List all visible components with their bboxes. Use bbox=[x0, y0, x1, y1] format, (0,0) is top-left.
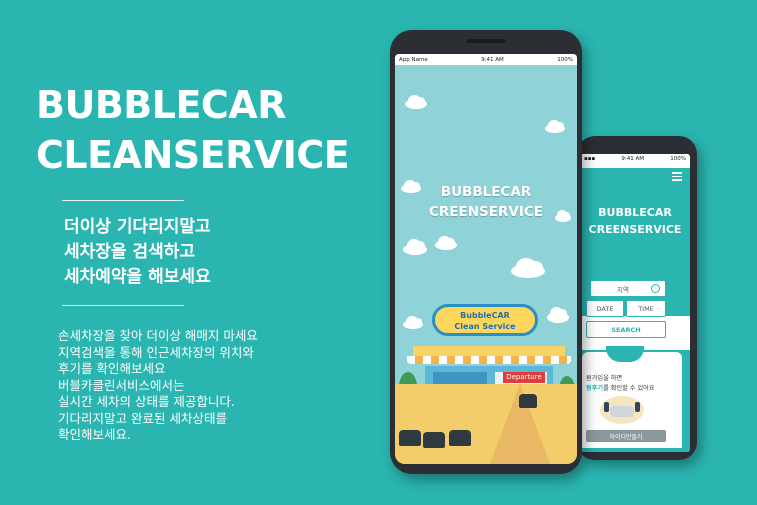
divider-bottom bbox=[62, 305, 184, 306]
cloud bbox=[403, 315, 423, 329]
card-highlight: 원후기 bbox=[586, 385, 604, 392]
description-line: 지역검색을 통해 인근세차장의 위치와 bbox=[58, 344, 254, 360]
main-screen-title: BUBBLECAR CREENSERVICE bbox=[395, 182, 577, 222]
cloud bbox=[405, 94, 427, 109]
card-line2-rest: 를 확인할 수 있어요 bbox=[603, 385, 655, 392]
hero-title-line1: BUBBLECAR bbox=[36, 83, 286, 127]
time-label: TIME bbox=[638, 304, 654, 313]
bubblecar-sign: BubbleCAR Clean Service bbox=[432, 304, 538, 336]
description: 손세차장을 찾아 더이상 해매지 마세요 지역검색을 통해 인근세차장의 위치와… bbox=[58, 328, 258, 444]
card-text: 원가입을 하면 원후기를 확인할 수 있어요 bbox=[586, 374, 655, 394]
main-title-line2: CREENSERVICE bbox=[429, 204, 543, 220]
status-battery: 100% bbox=[557, 56, 573, 63]
sign-line2: Clean Service bbox=[454, 322, 516, 331]
status-time: 9:41 AM bbox=[481, 56, 504, 63]
phone-mockup-secondary: ▪▪▪ 9:41 AM 100% BUBBLECAR CREENSERVICE … bbox=[577, 136, 697, 460]
car bbox=[449, 430, 471, 446]
car bbox=[519, 394, 537, 408]
car-wash-illustration bbox=[600, 396, 644, 424]
tagline-line: 세차예약을 해보세요 bbox=[64, 267, 211, 287]
tagline: 더이상 기다리지말고 세차장을 검색하고 세차예약을 해보세요 bbox=[64, 215, 211, 290]
secondary-hero: BUBBLECAR CREENSERVICE 지역 DATE TIME bbox=[580, 168, 690, 317]
signup-button-label: 아이디만들기 bbox=[609, 433, 643, 441]
phone-speaker bbox=[466, 39, 506, 43]
departure-sign: Departure bbox=[503, 372, 545, 383]
status-carrier: App Name bbox=[399, 56, 428, 63]
search-button[interactable]: SEARCH bbox=[586, 321, 666, 338]
cloud bbox=[511, 257, 545, 278]
phone-mockup-main: App Name 9:41 AM 100% BUBBLECAR CREENSER… bbox=[390, 30, 582, 474]
status-bar: App Name 9:41 AM 100% bbox=[395, 54, 577, 65]
date-label: DATE bbox=[596, 304, 614, 313]
cloud bbox=[547, 307, 569, 323]
card-line1: 원가입을 하면 bbox=[586, 375, 623, 382]
main-title-line1: BUBBLECAR bbox=[440, 184, 532, 200]
status-battery: 100% bbox=[670, 155, 686, 162]
main-screen: App Name 9:41 AM 100% BUBBLECAR CREENSER… bbox=[395, 54, 577, 464]
description-line: 후기를 확인해보세요 bbox=[58, 361, 166, 376]
region-search-input[interactable]: 지역 bbox=[590, 280, 666, 297]
divider-top bbox=[62, 200, 184, 201]
hero-title-line2: CLEANSERVICE bbox=[36, 133, 350, 177]
sign-line1: BubbleCAR bbox=[460, 311, 510, 320]
cloud bbox=[435, 235, 457, 250]
signal-icon: ▪▪▪ bbox=[584, 155, 596, 162]
cloud bbox=[545, 119, 565, 133]
tagline-line: 세차장을 검색하고 bbox=[64, 242, 196, 262]
date-field[interactable]: DATE bbox=[586, 300, 624, 317]
secondary-screen-title: BUBBLECAR CREENSERVICE bbox=[580, 204, 690, 238]
description-line: 기다리지말고 완료된 세차상태를 bbox=[58, 410, 227, 426]
description-line: 확인해보세요. bbox=[58, 427, 131, 442]
time-field[interactable]: TIME bbox=[626, 300, 666, 317]
hero-title: BUBBLECAR CLEANSERVICE bbox=[36, 80, 350, 180]
secondary-screen: ▪▪▪ 9:41 AM 100% BUBBLECAR CREENSERVICE … bbox=[580, 154, 690, 452]
status-time: 9:41 AM bbox=[621, 155, 645, 162]
search-button-label: SEARCH bbox=[611, 325, 641, 334]
secondary-title-line1: BUBBLECAR bbox=[598, 206, 672, 219]
tagline-line: 더이상 기다리지말고 bbox=[64, 217, 211, 237]
status-bar: ▪▪▪ 9:41 AM 100% bbox=[580, 154, 690, 163]
awning bbox=[407, 356, 571, 364]
car bbox=[399, 430, 421, 446]
menu-icon[interactable] bbox=[672, 172, 682, 181]
departure-label: Departure bbox=[506, 373, 542, 381]
description-line: 실시간 세차의 상태를 제공합니다. bbox=[58, 394, 235, 409]
description-line: 손세차장을 찾아 더이상 해매지 마세요 bbox=[58, 328, 258, 343]
region-placeholder: 지역 bbox=[617, 285, 629, 294]
search-icon[interactable] bbox=[651, 284, 660, 293]
signup-button[interactable]: 아이디만들기 bbox=[586, 430, 666, 442]
secondary-title-line2: CREENSERVICE bbox=[588, 223, 682, 236]
cloud bbox=[403, 239, 427, 255]
description-line: 버블카클린서비스에서는 bbox=[58, 377, 185, 393]
signup-card: 원가입을 하면 원후기를 확인할 수 있어요 아이디만들기 bbox=[580, 346, 690, 452]
car bbox=[423, 432, 445, 448]
